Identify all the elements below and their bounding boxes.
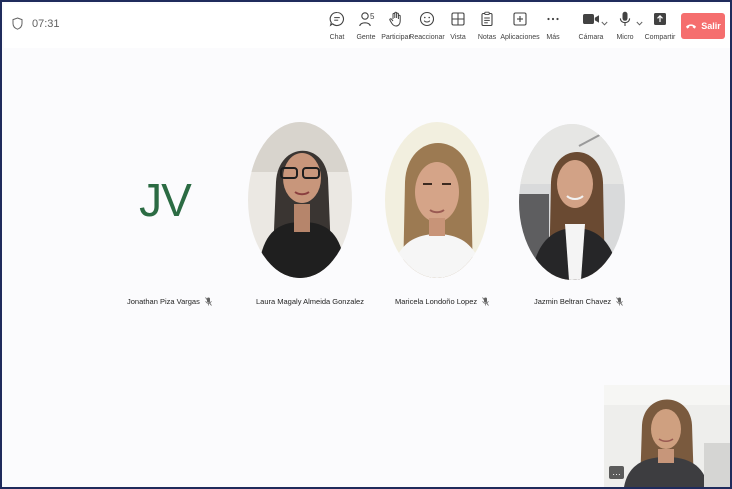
mic-label: Micro <box>616 34 634 41</box>
view-label: Vista <box>450 34 466 41</box>
react-button[interactable]: Reaccionar <box>409 8 445 46</box>
more-label: Más <box>546 34 560 41</box>
phone-hangup-icon <box>685 22 697 30</box>
chat-label: Chat <box>329 34 345 41</box>
notes-button[interactable]: Notas <box>470 8 504 46</box>
more-icon <box>544 10 562 28</box>
raise-hand-label: Participar <box>381 34 411 41</box>
apps-button[interactable]: Aplicaciones <box>500 8 540 46</box>
camera-options-chevron-down-icon[interactable] <box>601 21 608 26</box>
self-view-more-button[interactable]: … <box>609 466 624 479</box>
mic-muted-icon <box>616 296 623 306</box>
share-label: Compartir <box>644 34 676 41</box>
meeting-window: 07:31 Chat 5 Gente Participar Reaccionar… <box>0 0 732 489</box>
participant-4-video <box>519 124 625 280</box>
camera-label: Cámara <box>578 34 604 41</box>
raise-hand-button[interactable]: Participar <box>379 8 413 46</box>
participant-1-initials-avatar: JV <box>139 174 192 226</box>
people-label: Gente <box>356 34 376 41</box>
people-button[interactable]: 5 Gente <box>349 8 383 46</box>
participant-4-name-tag: Jazmin Beltran Chavez <box>534 295 623 307</box>
mic-icon <box>616 10 634 28</box>
share-icon <box>651 10 669 28</box>
mic-muted-icon <box>482 296 489 306</box>
hand-icon <box>387 10 405 28</box>
camera-icon <box>582 10 600 28</box>
participant-2-name-tag: Laura Magaly Almeida Gonzalez <box>256 295 364 307</box>
people-count: 5 <box>370 12 375 21</box>
mic-options-chevron-down-icon[interactable] <box>636 21 643 26</box>
react-label: Reaccionar <box>409 34 445 41</box>
more-button[interactable]: Más <box>536 8 570 46</box>
share-button[interactable]: Compartir <box>643 8 677 46</box>
leave-button[interactable]: Salir <box>681 13 725 39</box>
participant-2-name: Laura Magaly Almeida Gonzalez <box>256 296 364 306</box>
participant-3-name: Maricela Londoño Lopez <box>395 296 478 306</box>
elapsed-time: 07:31 <box>32 17 60 30</box>
mic-button[interactable]: Micro <box>608 8 642 46</box>
participant-3-name-tag: Maricela Londoño Lopez <box>395 295 489 307</box>
camera-button[interactable]: Cámara <box>574 8 608 46</box>
view-icon <box>449 10 467 28</box>
apps-icon <box>511 10 529 28</box>
meeting-timer: 07:31 <box>12 17 60 30</box>
react-icon <box>418 10 436 28</box>
chat-icon <box>328 10 346 28</box>
meeting-toolbar: 07:31 Chat 5 Gente Participar Reaccionar… <box>4 4 730 48</box>
notes-label: Notas <box>477 34 497 41</box>
participant-1-name: Jonathan Piza Vargas <box>127 296 200 306</box>
participant-1-name-tag: Jonathan Piza Vargas <box>127 295 212 307</box>
participant-2-video <box>248 122 352 278</box>
participant-4-name: Jazmin Beltran Chavez <box>534 296 612 306</box>
participant-3-video <box>385 122 489 278</box>
shield-icon <box>12 17 23 30</box>
leave-label: Salir <box>701 21 721 31</box>
apps-label: Aplicaciones <box>500 34 540 41</box>
mic-muted-icon <box>205 296 212 306</box>
notes-icon <box>478 10 496 28</box>
